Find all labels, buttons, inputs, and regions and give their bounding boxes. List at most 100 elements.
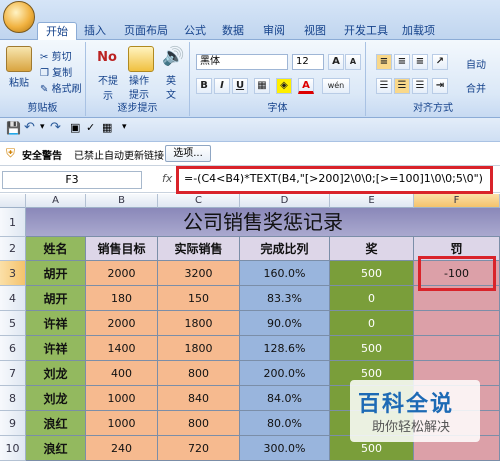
align-top-icon[interactable]: ≡ <box>376 54 392 70</box>
border-icon[interactable]: ▦ <box>254 78 270 94</box>
cell-actual[interactable]: 1800 <box>158 336 240 361</box>
cell-ratio[interactable]: 90.0% <box>240 311 330 336</box>
cell-target[interactable]: 240 <box>86 436 158 461</box>
indent-icon[interactable]: ⇥ <box>432 78 448 94</box>
cell-ratio[interactable]: 128.6% <box>240 336 330 361</box>
table-icon[interactable]: ▦ <box>102 121 112 134</box>
row-header-8[interactable]: 8 <box>0 386 26 411</box>
column-header-c[interactable]: C <box>158 194 240 208</box>
font-name-select[interactable]: 黑体 <box>196 54 288 70</box>
wrap-text-button[interactable]: 自动 <box>466 56 486 71</box>
cell-target[interactable]: 1000 <box>86 386 158 411</box>
fill-color-icon[interactable]: ◈ <box>276 78 292 94</box>
tab-home[interactable]: 开始 <box>37 22 77 41</box>
tab-review[interactable]: 审阅 <box>255 22 293 40</box>
cell-name[interactable]: 胡开 <box>26 286 86 311</box>
bold-button[interactable]: B <box>196 78 212 94</box>
phonetic-button[interactable]: wén <box>322 78 350 94</box>
copy-button[interactable]: ❐ 复制 <box>40 64 72 79</box>
cell-penalty[interactable] <box>414 311 500 336</box>
row-header-3[interactable]: 3 <box>0 261 26 286</box>
cell-target[interactable]: 2000 <box>86 311 158 336</box>
cell-ratio[interactable]: 200.0% <box>240 361 330 386</box>
cell-name[interactable]: 浪红 <box>26 436 86 461</box>
cell-name[interactable]: 许祥 <box>26 311 86 336</box>
align-bottom-icon[interactable]: ≡ <box>412 54 428 70</box>
tab-view[interactable]: 视图 <box>296 22 334 40</box>
select-all-corner[interactable] <box>0 194 26 208</box>
no-hint-icon[interactable]: No <box>94 46 120 70</box>
header-cell-actual[interactable]: 实际销售 <box>158 237 240 261</box>
header-cell-reward[interactable]: 奖 <box>330 237 414 261</box>
row-header-2[interactable]: 2 <box>0 237 26 261</box>
cell-name[interactable]: 许祥 <box>26 336 86 361</box>
cut-button[interactable]: ✂ 剪切 <box>40 48 72 63</box>
cell-target[interactable]: 2000 <box>86 261 158 286</box>
row-header-10[interactable]: 10 <box>0 436 26 461</box>
row-header-9[interactable]: 9 <box>0 411 26 436</box>
tab-data[interactable]: 数据 <box>214 22 252 40</box>
spelling-icon[interactable]: ✓ <box>86 121 95 134</box>
cell-name[interactable]: 刘龙 <box>26 386 86 411</box>
italic-button[interactable]: I <box>214 78 230 94</box>
fx-icon[interactable]: fx <box>162 172 172 185</box>
cell-ratio[interactable]: 160.0% <box>240 261 330 286</box>
sheet-title-cell[interactable]: 公司销售奖惩记录 <box>26 208 500 237</box>
font-size-select[interactable]: 12 <box>292 54 324 70</box>
undo-icon[interactable]: ↶ <box>24 120 35 135</box>
cell-target[interactable]: 180 <box>86 286 158 311</box>
tab-formulas[interactable]: 公式 <box>176 22 214 40</box>
cell-target[interactable]: 400 <box>86 361 158 386</box>
align-left-icon[interactable]: ☰ <box>376 78 392 94</box>
cell-ratio[interactable]: 300.0% <box>240 436 330 461</box>
cell-reward[interactable]: 500 <box>330 261 414 286</box>
cell-ratio[interactable]: 84.0% <box>240 386 330 411</box>
cell-penalty[interactable] <box>414 336 500 361</box>
column-header-f[interactable]: F <box>414 194 500 208</box>
save-icon[interactable]: 💾 <box>6 121 21 135</box>
row-header-5[interactable]: 5 <box>0 311 26 336</box>
customize-qat-icon[interactable]: ▾ <box>122 122 127 132</box>
row-header-1[interactable]: 1 <box>0 208 26 237</box>
format-painter-button[interactable]: ✎ 格式刷 <box>40 80 82 95</box>
cell-name[interactable]: 胡开 <box>26 261 86 286</box>
column-header-a[interactable]: A <box>26 194 86 208</box>
cell-name[interactable]: 刘龙 <box>26 361 86 386</box>
cell-ratio[interactable]: 83.3% <box>240 286 330 311</box>
name-box[interactable]: F3 <box>2 171 142 189</box>
row-header-7[interactable]: 7 <box>0 361 26 386</box>
cell-actual[interactable]: 800 <box>158 361 240 386</box>
speaker-icon[interactable]: 🔊 <box>162 46 184 70</box>
header-cell-ratio[interactable]: 完成比列 <box>240 237 330 261</box>
column-header-b[interactable]: B <box>86 194 158 208</box>
cell-name[interactable]: 浪红 <box>26 411 86 436</box>
security-options-button[interactable]: 选项... <box>165 145 211 162</box>
align-center-icon[interactable]: ☰ <box>394 78 410 94</box>
cell-reward[interactable]: 500 <box>330 336 414 361</box>
cell-actual[interactable]: 3200 <box>158 261 240 286</box>
cell-ratio[interactable]: 80.0% <box>240 411 330 436</box>
increase-font-button[interactable]: A <box>328 54 344 70</box>
cell-reward[interactable]: 0 <box>330 286 414 311</box>
operation-hint-icon[interactable] <box>128 46 154 72</box>
redo-icon[interactable]: ↷ <box>50 120 61 135</box>
cell-actual[interactable]: 840 <box>158 386 240 411</box>
tab-developer[interactable]: 开发工具 <box>336 22 396 40</box>
no-hint-label[interactable]: 不提示 <box>94 72 122 102</box>
align-right-icon[interactable]: ☰ <box>412 78 428 94</box>
office-button[interactable] <box>3 1 35 33</box>
cell-target[interactable]: 1000 <box>86 411 158 436</box>
row-header-6[interactable]: 6 <box>0 336 26 361</box>
align-middle-icon[interactable]: ≡ <box>394 54 410 70</box>
cell-target[interactable]: 1400 <box>86 336 158 361</box>
tab-addins[interactable]: 加载项 <box>394 22 443 40</box>
column-header-d[interactable]: D <box>240 194 330 208</box>
cell-actual[interactable]: 800 <box>158 411 240 436</box>
font-color-button[interactable]: A <box>298 78 314 94</box>
cell-actual[interactable]: 150 <box>158 286 240 311</box>
cell-actual[interactable]: 720 <box>158 436 240 461</box>
decrease-font-button[interactable]: A <box>345 54 361 70</box>
cell-reward[interactable]: 0 <box>330 311 414 336</box>
header-cell-target[interactable]: 销售目标 <box>86 237 158 261</box>
undo-dropdown-icon[interactable]: ▾ <box>40 122 45 132</box>
